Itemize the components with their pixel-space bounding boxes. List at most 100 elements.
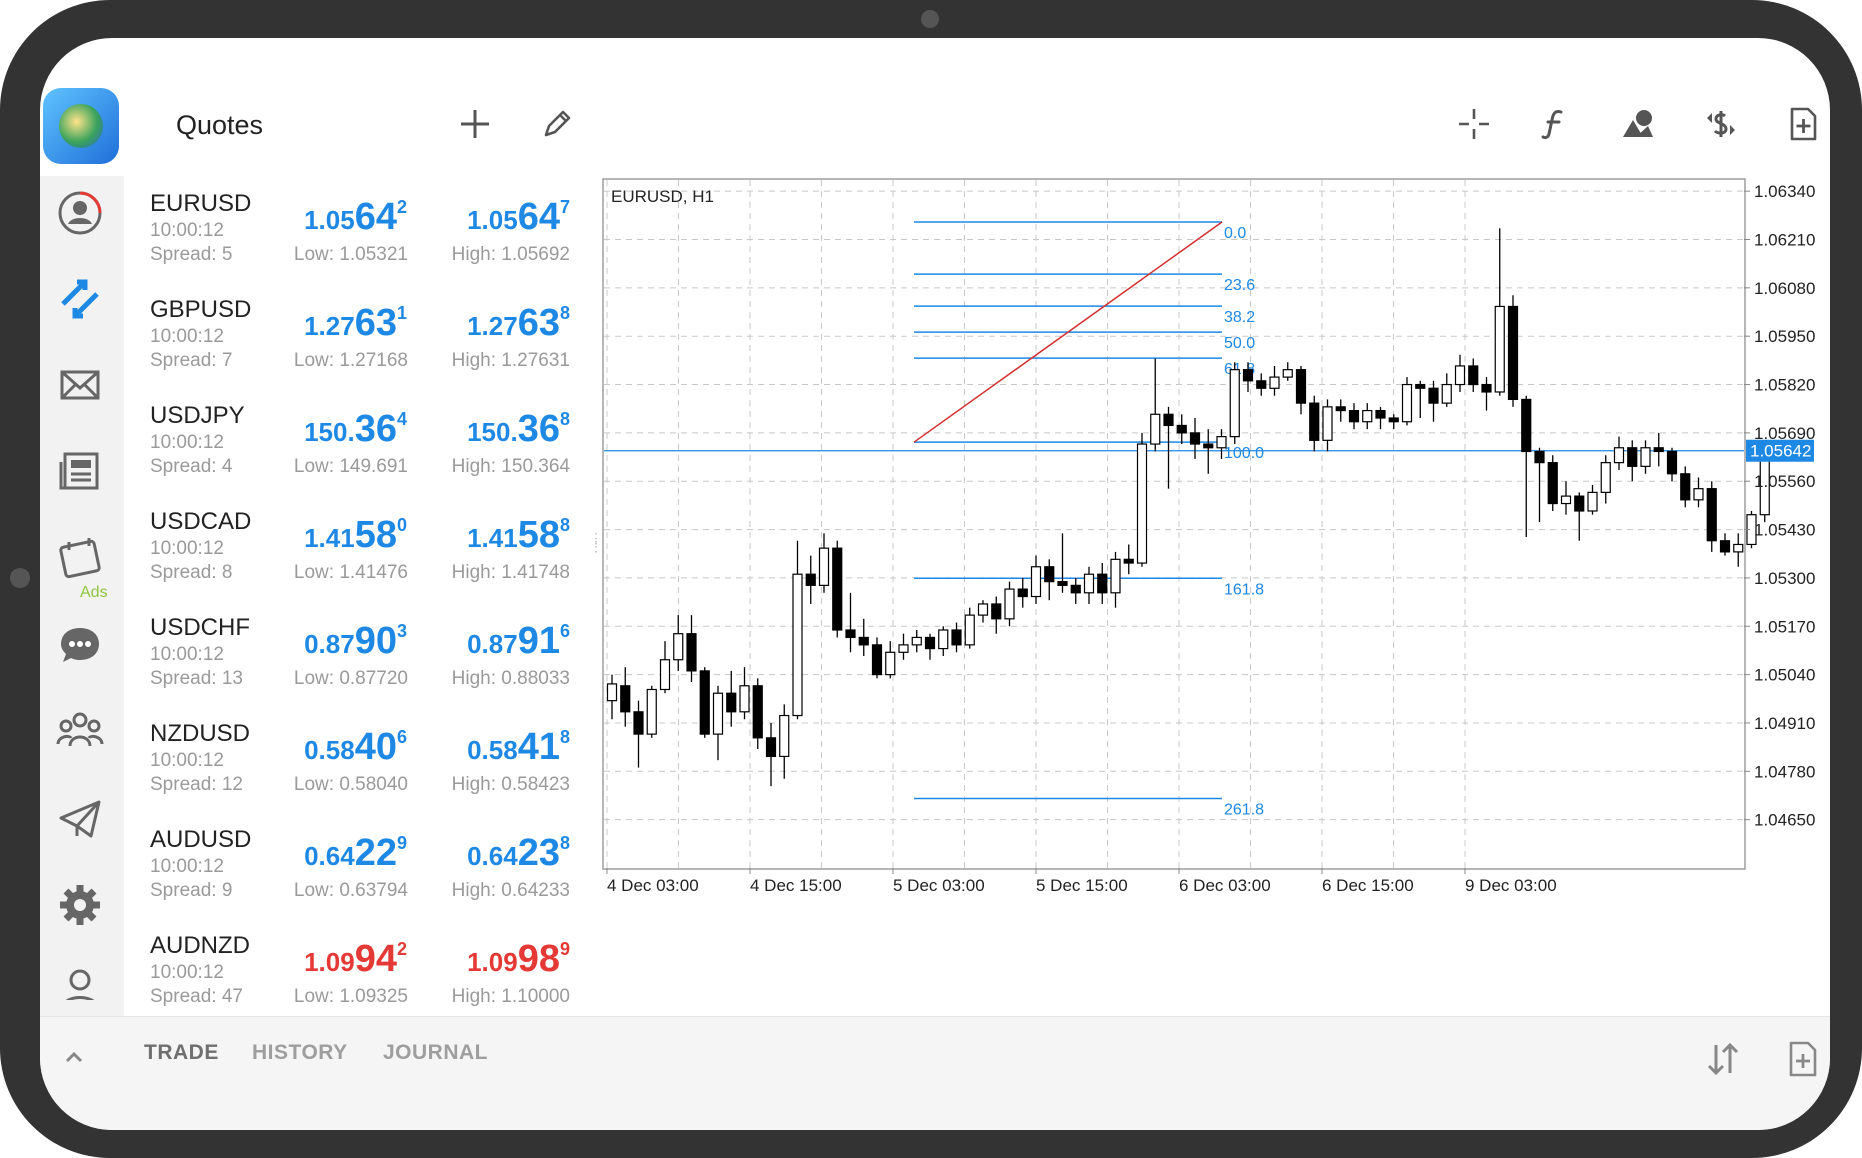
quote-time: 10:00:12 xyxy=(150,220,224,241)
crosshair-icon[interactable] xyxy=(1454,106,1494,146)
app-logo[interactable] xyxy=(43,88,119,164)
quote-row[interactable]: GBPUSD 10:00:12 Spread: 7 1.27631 1.2763… xyxy=(124,282,597,389)
candle-body xyxy=(951,629,962,646)
calendar-ads-icon[interactable] xyxy=(55,532,105,582)
candle-body xyxy=(1309,402,1320,441)
candle-body xyxy=(1521,398,1532,453)
plot-area xyxy=(602,178,1746,870)
candle-body xyxy=(1150,413,1161,445)
panel-splitter-handle[interactable]: ⋮ ⋮ xyxy=(589,531,603,556)
candle-body xyxy=(659,659,671,691)
quote-row[interactable]: AUDNZD 10:00:12 Spread: 47 1.09942 1.099… xyxy=(124,918,597,1024)
candle-body xyxy=(1123,558,1134,564)
tab-history[interactable]: HISTORY xyxy=(252,1041,348,1065)
price-chart[interactable]: 0.023.638.250.061.8100.0161.8261.8 1.063… xyxy=(602,178,1830,1016)
candle-body xyxy=(1004,588,1015,620)
candle-body xyxy=(1415,383,1426,389)
sort-icon[interactable] xyxy=(1703,1039,1743,1079)
candle-body xyxy=(646,688,657,735)
candle-body xyxy=(1136,443,1148,564)
candle-body xyxy=(1176,424,1187,434)
candle-body xyxy=(1216,436,1227,449)
dollar-icon[interactable] xyxy=(1701,106,1741,146)
chevron-up-icon[interactable] xyxy=(54,1037,94,1077)
candle-body xyxy=(1666,450,1678,475)
quote-row[interactable]: USDCAD 10:00:12 Spread: 8 1.41580 1.4158… xyxy=(124,494,597,601)
chart-canvas[interactable]: 0.023.638.250.061.8100.0161.8261.8 1.063… xyxy=(602,178,1830,1016)
chart-symbol-label: EURUSD, H1 xyxy=(611,187,714,206)
quote-row[interactable]: USDJPY 10:00:12 Spread: 4 150.364 150.36… xyxy=(124,388,597,495)
quote-row[interactable]: EURUSD 10:00:12 Spread: 5 1.05642 1.0564… xyxy=(124,176,597,283)
quote-spread: Spread: 4 xyxy=(150,456,233,477)
quote-row[interactable]: USDCHF 10:00:12 Spread: 13 0.87903 0.879… xyxy=(124,600,597,707)
candle-body xyxy=(1229,369,1240,438)
quote-spread: Spread: 12 xyxy=(150,774,243,795)
candle-body xyxy=(1203,443,1214,449)
quote-ask: 1.41588 xyxy=(467,514,570,556)
candle-body xyxy=(1388,417,1399,423)
candle-body xyxy=(1454,365,1466,386)
candle-body xyxy=(1110,558,1121,594)
candle-body xyxy=(1640,447,1651,467)
candle-body xyxy=(1189,432,1201,445)
quote-symbol: USDJPY xyxy=(150,402,245,429)
telegram-icon[interactable] xyxy=(55,794,105,844)
plus-icon[interactable] xyxy=(455,106,495,146)
candle-body xyxy=(1706,488,1717,542)
tab-journal[interactable]: JOURNAL xyxy=(383,1041,488,1065)
candle-body xyxy=(832,547,843,631)
candle-body xyxy=(686,633,697,672)
candle-body xyxy=(779,714,790,758)
candle-body xyxy=(1097,573,1108,594)
settings-icon[interactable] xyxy=(55,880,105,930)
quote-low: Low: 1.09325 xyxy=(293,986,408,1007)
time-tick-label: 5 Dec 03:00 xyxy=(893,876,985,895)
function-icon[interactable] xyxy=(1535,106,1575,146)
quote-time: 10:00:12 xyxy=(150,326,224,347)
camera-icon xyxy=(921,10,939,28)
quote-low: Low: 149.691 xyxy=(293,456,408,477)
quotes-icon[interactable] xyxy=(55,274,105,324)
candle-body xyxy=(1680,473,1691,501)
quote-high: High: 0.58423 xyxy=(451,774,570,795)
shapes-icon[interactable] xyxy=(1618,106,1658,146)
candle-body xyxy=(845,629,856,639)
quote-high: High: 1.41748 xyxy=(451,562,570,583)
tab-trade[interactable]: TRADE xyxy=(144,1041,219,1065)
chat-icon[interactable] xyxy=(55,620,105,670)
price-tick-label: 1.05170 xyxy=(1754,617,1815,636)
quote-row[interactable]: AUDUSD 10:00:12 Spread: 9 0.64229 0.6423… xyxy=(124,812,597,919)
quote-time: 10:00:12 xyxy=(150,750,224,771)
account-icon[interactable] xyxy=(55,188,105,238)
mail-icon[interactable] xyxy=(55,360,105,410)
candle-body xyxy=(1401,383,1413,423)
candle-body xyxy=(885,651,896,676)
community-icon[interactable] xyxy=(55,706,105,756)
news-icon[interactable] xyxy=(55,446,105,496)
price-tick-label: 1.05300 xyxy=(1754,569,1815,588)
quote-low: Low: 1.27168 xyxy=(293,350,408,371)
quote-time: 10:00:12 xyxy=(150,644,224,665)
quote-symbol: USDCHF xyxy=(150,614,250,641)
document-plus-icon[interactable] xyxy=(1783,1039,1823,1079)
candle-body xyxy=(1587,491,1598,512)
candle-body xyxy=(712,692,724,735)
quote-time: 10:00:12 xyxy=(150,856,224,877)
side-button xyxy=(10,568,30,588)
quote-row[interactable]: NZDUSD 10:00:12 Spread: 12 0.58406 0.584… xyxy=(124,706,597,813)
quote-bid: 0.64229 xyxy=(304,832,407,874)
quote-low: Low: 1.41476 xyxy=(293,562,408,583)
quote-ask: 1.09989 xyxy=(467,938,570,980)
quote-high: High: 0.64233 xyxy=(451,880,570,901)
quote-ask: 1.05647 xyxy=(467,196,570,238)
traders-icon[interactable] xyxy=(55,964,105,1000)
quote-time: 10:00:12 xyxy=(150,962,224,983)
quote-symbol: NZDUSD xyxy=(150,720,250,747)
fib-level-label: 38.2 xyxy=(1224,309,1255,326)
document-plus-icon[interactable] xyxy=(1783,106,1823,146)
pencil-icon[interactable] xyxy=(537,106,577,146)
price-tick-label: 1.05560 xyxy=(1754,472,1815,491)
quote-spread: Spread: 8 xyxy=(150,562,233,583)
candle-body xyxy=(1494,305,1505,393)
candle-body xyxy=(1600,462,1611,493)
